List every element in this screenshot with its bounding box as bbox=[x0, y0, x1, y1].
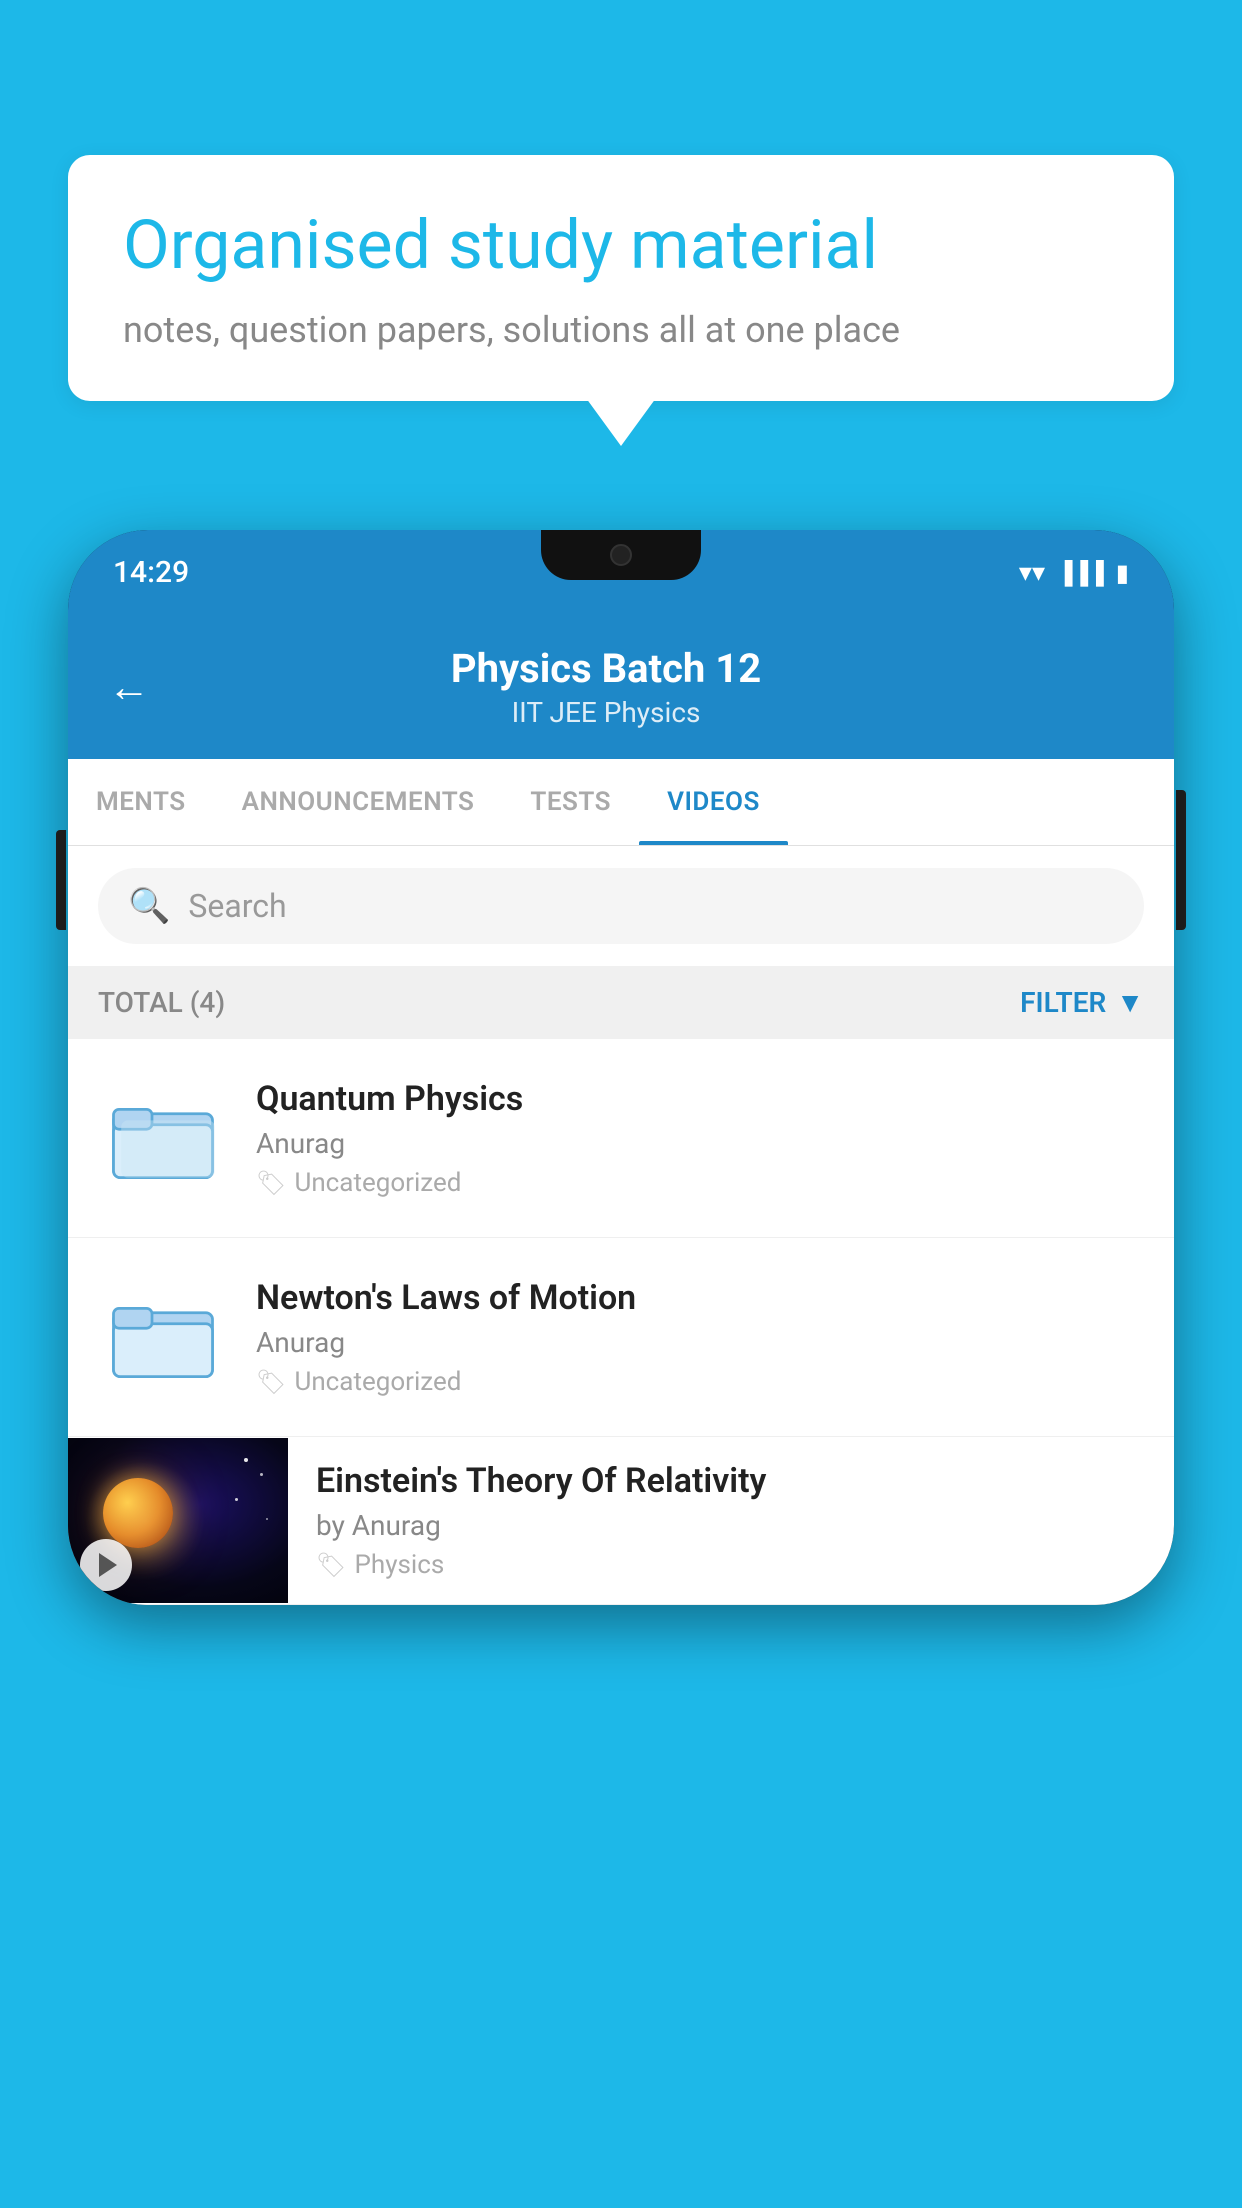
quantum-tag: 🏷 Uncategorized bbox=[256, 1168, 1144, 1198]
search-input[interactable]: Search bbox=[188, 887, 1114, 925]
tag-icon-einstein: 🏷 bbox=[316, 1551, 346, 1579]
status-icons: ▾▾ ▐▐▐ ▮ bbox=[1019, 558, 1129, 588]
star1 bbox=[244, 1458, 248, 1462]
back-button[interactable]: ← bbox=[108, 663, 150, 712]
signal-icon: ▐▐▐ bbox=[1057, 560, 1104, 586]
side-btn-right bbox=[1176, 790, 1186, 930]
tag-icon-quantum: 🏷 bbox=[256, 1169, 286, 1197]
star4 bbox=[266, 1518, 268, 1520]
phone: 14:29 ▾▾ ▐▐▐ ▮ ← Physics Batch 12 bbox=[68, 530, 1174, 1605]
search-icon: 🔍 bbox=[128, 886, 170, 926]
video-list: Quantum Physics Anurag 🏷 Uncategorized bbox=[68, 1039, 1174, 1605]
search-container: 🔍 Search bbox=[68, 846, 1174, 966]
play-button[interactable] bbox=[80, 1539, 132, 1591]
star2 bbox=[260, 1473, 263, 1476]
einstein-title: Einstein's Theory Of Relativity bbox=[316, 1461, 1144, 1501]
header-title: Physics Batch 12 bbox=[180, 645, 1032, 692]
bubble-subtitle: notes, question papers, solutions all at… bbox=[123, 309, 1119, 351]
wifi-icon: ▾▾ bbox=[1019, 558, 1045, 588]
video-item-newton[interactable]: Newton's Laws of Motion Anurag 🏷 Uncateg… bbox=[68, 1238, 1174, 1437]
filter-label: FILTER bbox=[1020, 986, 1106, 1019]
tab-announcements[interactable]: ANNOUNCEMENTS bbox=[214, 759, 503, 845]
battery-icon: ▮ bbox=[1116, 559, 1129, 587]
bubble-title: Organised study material bbox=[123, 205, 1119, 287]
phone-wrapper: 14:29 ▾▾ ▐▐▐ ▮ ← Physics Batch 12 bbox=[68, 530, 1174, 1605]
einstein-info: Einstein's Theory Of Relativity by Anura… bbox=[316, 1437, 1144, 1604]
phone-container: 14:29 ▾▾ ▐▐▐ ▮ ← Physics Batch 12 bbox=[68, 530, 1174, 2208]
filter-icon: ▼ bbox=[1116, 986, 1144, 1019]
tab-videos[interactable]: VIDEOS bbox=[639, 759, 788, 845]
newton-info: Newton's Laws of Motion Anurag 🏷 Uncateg… bbox=[256, 1278, 1144, 1397]
quantum-info: Quantum Physics Anurag 🏷 Uncategorized bbox=[256, 1079, 1144, 1198]
einstein-author: by Anurag bbox=[316, 1509, 1144, 1542]
folder-icon-newton bbox=[108, 1282, 218, 1392]
app-header: ← Physics Batch 12 IIT JEE Physics bbox=[68, 615, 1174, 759]
planet bbox=[103, 1478, 173, 1548]
newton-tag: 🏷 Uncategorized bbox=[256, 1367, 1144, 1397]
header-subtitle: IIT JEE Physics bbox=[180, 696, 1032, 729]
notch bbox=[541, 530, 701, 580]
tag-icon-newton: 🏷 bbox=[256, 1368, 286, 1396]
tabs-bar: MENTS ANNOUNCEMENTS TESTS VIDEOS bbox=[68, 759, 1174, 846]
speech-bubble: Organised study material notes, question… bbox=[68, 155, 1174, 401]
quantum-author: Anurag bbox=[256, 1127, 1144, 1160]
play-triangle-icon bbox=[99, 1553, 117, 1577]
quantum-title: Quantum Physics bbox=[256, 1079, 1144, 1119]
app-background: Organised study material notes, question… bbox=[0, 0, 1242, 2208]
video-item-einstein[interactable]: Einstein's Theory Of Relativity by Anura… bbox=[68, 1437, 1174, 1605]
tab-tests[interactable]: TESTS bbox=[502, 759, 639, 845]
einstein-thumbnail bbox=[68, 1438, 288, 1603]
tab-ments[interactable]: MENTS bbox=[68, 759, 214, 845]
status-time: 14:29 bbox=[113, 555, 189, 590]
newton-author: Anurag bbox=[256, 1326, 1144, 1359]
newton-title: Newton's Laws of Motion bbox=[256, 1278, 1144, 1318]
newton-thumbnail bbox=[98, 1272, 228, 1402]
video-item-quantum[interactable]: Quantum Physics Anurag 🏷 Uncategorized bbox=[68, 1039, 1174, 1238]
status-bar: 14:29 ▾▾ ▐▐▐ ▮ bbox=[68, 530, 1174, 615]
star3 bbox=[235, 1498, 238, 1501]
header-text: Physics Batch 12 IIT JEE Physics bbox=[180, 645, 1032, 729]
folder-icon-quantum bbox=[108, 1083, 218, 1193]
side-btn-left bbox=[56, 830, 66, 930]
quantum-thumbnail bbox=[98, 1073, 228, 1203]
camera-dot bbox=[610, 544, 632, 566]
filter-button[interactable]: FILTER ▼ bbox=[1020, 986, 1144, 1019]
einstein-tag: 🏷 Physics bbox=[316, 1550, 1144, 1580]
search-bar[interactable]: 🔍 Search bbox=[98, 868, 1144, 944]
total-count: TOTAL (4) bbox=[98, 986, 225, 1019]
filter-bar: TOTAL (4) FILTER ▼ bbox=[68, 966, 1174, 1039]
